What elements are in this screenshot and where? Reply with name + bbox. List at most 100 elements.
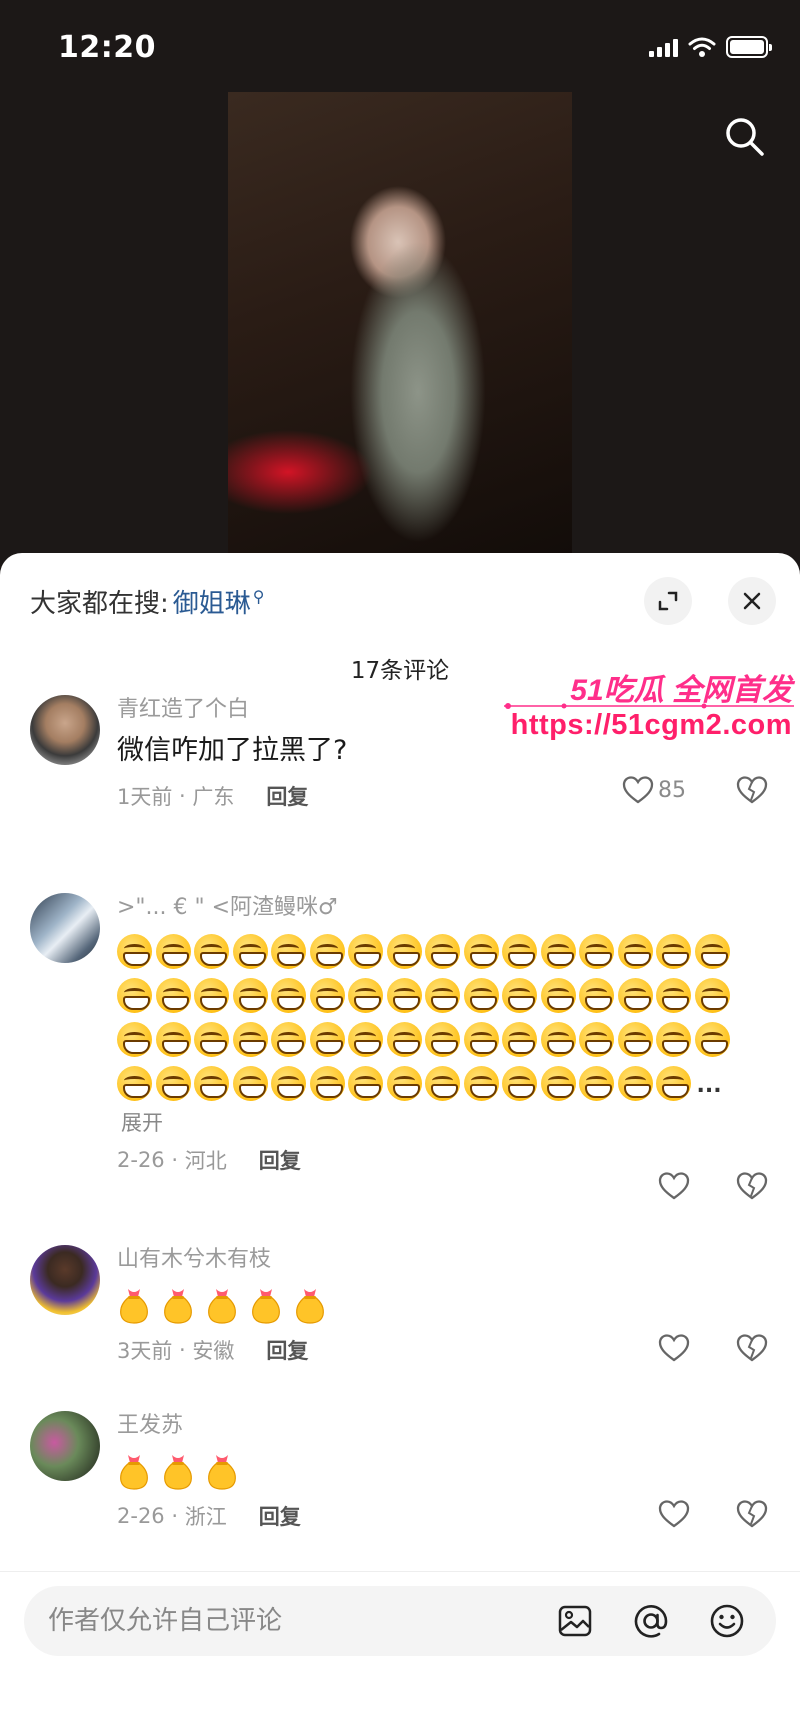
money-bag-emoji-icon (120, 1455, 148, 1490)
grin-emoji-icon (194, 1066, 229, 1101)
grin-emoji-icon (117, 934, 152, 969)
grin-emoji-icon (617, 934, 653, 969)
grin-emoji-icon (271, 978, 306, 1013)
expand-button[interactable] (644, 577, 692, 625)
grin-emoji-icon (271, 934, 306, 969)
heart-icon[interactable] (658, 1171, 690, 1201)
money-bag-emoji-icon (252, 1289, 280, 1324)
grin-emoji-icon (386, 1022, 422, 1057)
reply-button[interactable]: 回复 (259, 1501, 301, 1531)
comment-input[interactable]: 作者仅允许自己评论 (24, 1586, 776, 1656)
money-bag-emoji-icon (208, 1289, 236, 1324)
grin-emoji-icon (540, 978, 576, 1013)
comment-emoji-content (117, 1451, 767, 1491)
comment-text: 微信咋加了拉黑了? (117, 735, 348, 766)
wifi-icon (688, 37, 716, 57)
grin-emoji-icon (155, 934, 191, 969)
grin-emoji-icon (232, 1066, 268, 1101)
grin-emoji-icon (540, 1022, 576, 1057)
dislike-icon[interactable] (736, 1499, 768, 1529)
grin-emoji-icon (309, 978, 345, 1013)
expand-link[interactable]: 展开 (121, 1107, 163, 1137)
dislike-icon[interactable] (736, 1171, 768, 1201)
grin-emoji-icon (386, 934, 422, 969)
comment-time: 1天前 (117, 785, 173, 809)
grin-emoji-icon (540, 934, 576, 969)
grin-emoji-icon (694, 1022, 730, 1057)
grin-emoji-icon (232, 934, 268, 969)
comment-emoji-content: ... 展开 (117, 931, 767, 1137)
grin-emoji-icon (386, 1066, 422, 1101)
hot-search-term[interactable]: 御姐琳 (173, 583, 251, 620)
heart-icon[interactable] (658, 1333, 690, 1363)
comment-location: 浙江 (184, 1505, 227, 1529)
like-button[interactable]: 85 (622, 775, 686, 805)
comment-time: 3天前 (117, 1339, 173, 1363)
hot-search[interactable]: 大家都在搜: 御姐琳 ⚲ (30, 583, 265, 620)
grin-emoji-icon (194, 934, 229, 969)
grin-emoji-icon (425, 978, 460, 1013)
money-bag-emoji-icon (208, 1455, 236, 1490)
comment-username[interactable]: 青红造了个白 (117, 695, 767, 725)
at-mention-icon[interactable] (632, 1602, 670, 1640)
money-bag-emoji-icon (120, 1289, 148, 1324)
grin-emoji-icon (117, 1022, 152, 1057)
heart-icon (622, 776, 654, 804)
comment-input-placeholder: 作者仅允许自己评论 (48, 1606, 283, 1636)
grin-emoji-icon (232, 978, 268, 1013)
grin-emoji-icon (656, 934, 691, 969)
grin-emoji-icon (309, 1022, 345, 1057)
comment-username[interactable]: 王发苏 (117, 1411, 767, 1441)
avatar[interactable] (30, 1245, 100, 1315)
like-count: 85 (658, 777, 686, 803)
comment-username[interactable]: 山有木兮木有枝 (117, 1245, 767, 1275)
grin-emoji-icon (425, 934, 460, 969)
comment-emoji-content (117, 1285, 767, 1325)
grin-emoji-icon (271, 1066, 306, 1101)
avatar[interactable] (30, 1411, 100, 1481)
grin-emoji-icon (348, 1022, 383, 1057)
comment-username[interactable]: >"... € " <阿渣鳗咪♂ (117, 893, 767, 923)
grin-emoji-icon (271, 1022, 306, 1057)
status-icons (649, 36, 772, 58)
grin-emoji-icon (694, 978, 730, 1013)
grin-emoji-icon (463, 1066, 499, 1101)
comment-location: 河北 (184, 1149, 227, 1173)
search-icon[interactable] (722, 114, 766, 158)
comment-time: 2-26 (117, 1148, 165, 1172)
grin-emoji-icon (425, 1066, 460, 1101)
dislike-icon[interactable] (736, 1333, 768, 1363)
reply-button[interactable]: 回复 (266, 1335, 308, 1365)
money-bag-emoji-icon (296, 1289, 324, 1324)
grin-emoji-icon (463, 1022, 499, 1057)
avatar[interactable] (30, 893, 100, 963)
grin-emoji-icon (579, 1022, 614, 1057)
grin-emoji-icon (579, 1066, 614, 1101)
signal-icon (649, 37, 678, 57)
grin-emoji-icon (502, 978, 537, 1013)
comment-location: 广东 (192, 785, 235, 809)
post-photo[interactable] (228, 92, 572, 560)
grin-emoji-icon (656, 978, 691, 1013)
avatar[interactable] (30, 695, 100, 765)
grin-emoji-icon (309, 934, 345, 969)
grin-emoji-icon (117, 978, 152, 1013)
close-button[interactable] (728, 577, 776, 625)
reply-button[interactable]: 回复 (266, 781, 308, 811)
grin-emoji-icon (348, 978, 383, 1013)
grin-emoji-icon (194, 1022, 229, 1057)
dislike-icon[interactable] (736, 775, 768, 805)
heart-icon[interactable] (658, 1499, 690, 1529)
input-divider (0, 1571, 800, 1572)
grin-emoji-icon (502, 1066, 537, 1101)
grin-emoji-icon (155, 978, 191, 1013)
grin-emoji-icon (694, 934, 730, 969)
image-icon[interactable] (556, 1602, 594, 1640)
grin-emoji-icon (540, 1066, 576, 1101)
grin-emoji-icon (425, 1022, 460, 1057)
emoji-icon[interactable] (708, 1602, 746, 1640)
reply-button[interactable]: 回复 (259, 1145, 301, 1175)
comment-location: 安徽 (192, 1339, 235, 1363)
comment-sheet: 大家都在搜: 御姐琳 ⚲ 17条评论 51吃瓜 全网首发 https://51c… (0, 553, 800, 1732)
grin-emoji-icon (463, 934, 499, 969)
